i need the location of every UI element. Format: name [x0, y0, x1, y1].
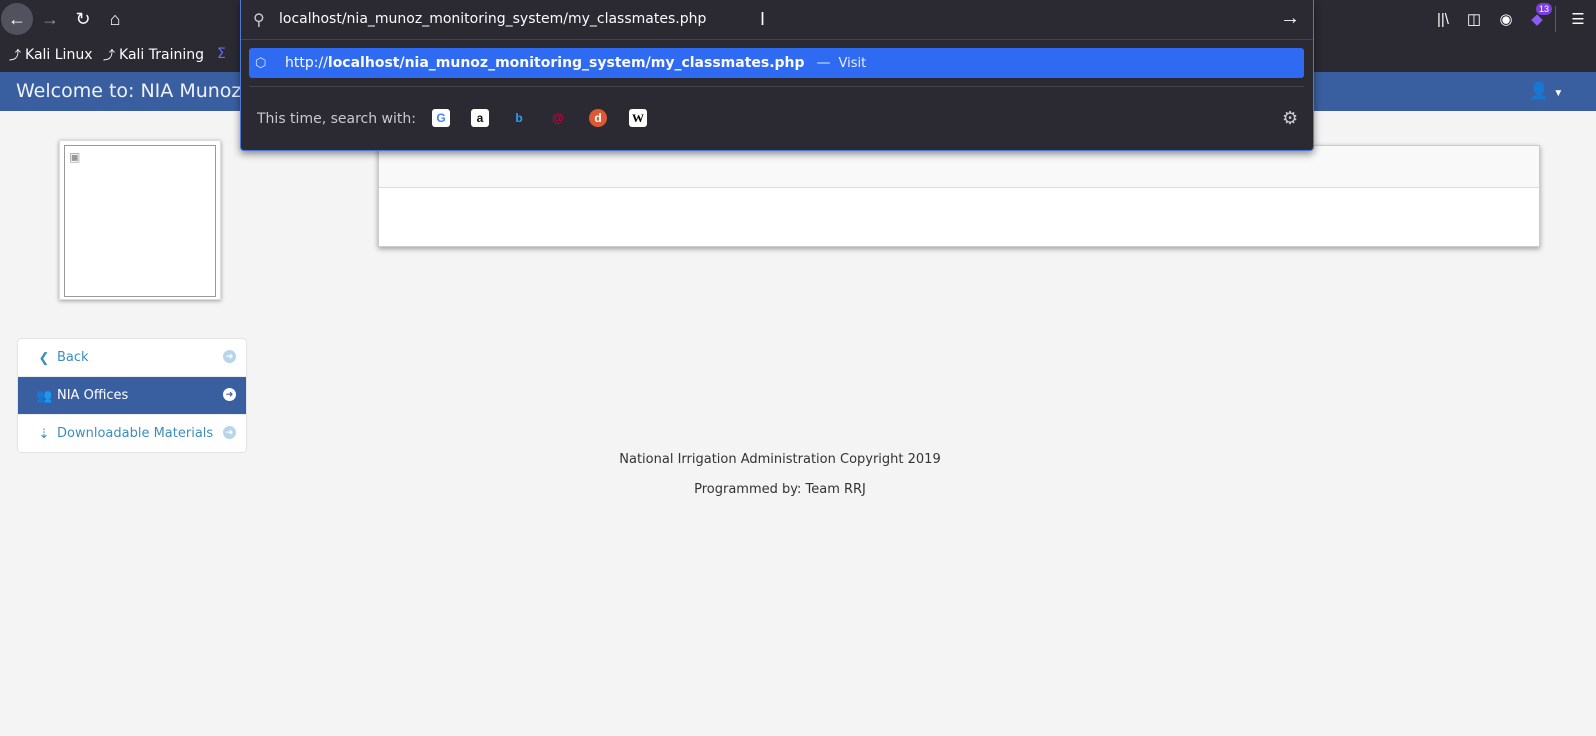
url-text[interactable]: localhost/nia_munoz_monitoring_system/my… — [279, 11, 706, 27]
footer-copyright: National Irrigation Administration Copyr… — [619, 452, 941, 467]
search-icon: ⚲ — [253, 12, 265, 29]
footer-credit: Programmed by: Team RRJ — [694, 482, 866, 497]
reload-icon[interactable]: ↻ — [67, 3, 99, 35]
dropdown-divider — [249, 86, 1304, 87]
user-dropdown[interactable]: 👤 ▼ — [1529, 81, 1563, 101]
welcome-title: Welcome to: NIA Munoz, N — [16, 80, 268, 102]
profile-picture-frame: ▣ — [59, 140, 221, 300]
url-suggestion[interactable]: ⬡ http://localhost/nia_munoz_monitoring_… — [249, 48, 1304, 78]
sidebar-item-back[interactable]: ❮ Back ➜ — [18, 339, 246, 376]
sidebar-icon[interactable]: ◫ — [1459, 3, 1489, 35]
profile-picture: ▣ — [64, 145, 216, 297]
url-input[interactable]: ⚲ localhost/nia_munoz_monitoring_system/… — [241, 0, 1313, 40]
forward-arrow-icon[interactable]: → — [34, 3, 66, 35]
chevron-left-icon: ❮ — [38, 349, 50, 365]
bookmark-kali-training[interactable]: ⤴ Kali Training — [103, 46, 204, 63]
caret-down-icon: ▼ — [1553, 88, 1564, 99]
text-cursor-icon: I — [760, 9, 766, 29]
arrow-circle-right-icon: ➜ — [223, 388, 236, 401]
google-icon[interactable]: G — [432, 109, 450, 127]
bing-icon[interactable]: b — [510, 109, 528, 127]
sidebar-item-label: Downloadable Materials — [57, 426, 214, 441]
amazon-icon[interactable]: a — [471, 109, 489, 127]
bookmark-exploit-db[interactable]: Σ — [217, 46, 226, 62]
sidebar-item-label: NIA Offices — [57, 388, 129, 403]
extension-badge: 13 — [1536, 3, 1553, 15]
user-icon: 👤 — [1529, 83, 1549, 100]
sidebar-item-label: Back — [57, 350, 89, 365]
wikipedia-icon[interactable]: W — [629, 109, 647, 127]
arrow-circle-right-icon: ➜ — [223, 426, 236, 439]
content-panel — [378, 145, 1540, 247]
back-arrow-icon[interactable]: ← — [1, 3, 33, 35]
gear-icon[interactable]: ⚙ — [1282, 108, 1298, 129]
toolbar-divider — [1555, 6, 1556, 32]
kali-dragon-icon: ⤴ — [9, 48, 22, 62]
globe-icon: ⬡ — [255, 55, 267, 71]
bookmark-kali-linux[interactable]: ⤴ Kali Linux — [9, 46, 92, 63]
sidebar-item-nia-offices[interactable]: 👥 NIA Offices ➜ — [18, 376, 246, 414]
suggestion-action: Visit — [838, 55, 867, 71]
search-with-label: This time, search with: — [257, 111, 416, 127]
debian-icon[interactable]: @ — [549, 109, 567, 127]
suggestion-url: localhost/nia_munoz_monitoring_system/my… — [327, 55, 805, 71]
panel-heading — [379, 146, 1539, 188]
download-icon: ⇣ — [38, 425, 50, 441]
url-bar-dropdown: ⚲ localhost/nia_munoz_monitoring_system/… — [240, 0, 1314, 151]
home-icon[interactable]: ⌂ — [99, 3, 131, 35]
menu-icon[interactable]: ☰ — [1563, 3, 1593, 35]
suggestion-dash: — — [816, 55, 831, 71]
arrow-circle-right-icon: ➜ — [223, 350, 236, 363]
duckduckgo-icon[interactable]: d — [589, 109, 607, 127]
sigma-icon: Σ — [217, 46, 226, 62]
account-icon[interactable]: ◉ — [1491, 3, 1521, 35]
sidebar-menu: ❮ Back ➜ 👥 NIA Offices ➜ ⇣ Downloadable … — [17, 338, 247, 453]
go-arrow-icon[interactable]: → — [1280, 7, 1300, 30]
sidebar-item-downloadable-materials[interactable]: ⇣ Downloadable Materials ➜ — [18, 414, 246, 452]
suggestion-scheme: http:// — [285, 55, 328, 71]
library-icon[interactable]: ||\ — [1428, 3, 1458, 35]
kali-dragon-icon: ⤴ — [103, 48, 116, 62]
broken-image-icon: ▣ — [69, 150, 81, 164]
users-icon: 👥 — [36, 387, 53, 403]
